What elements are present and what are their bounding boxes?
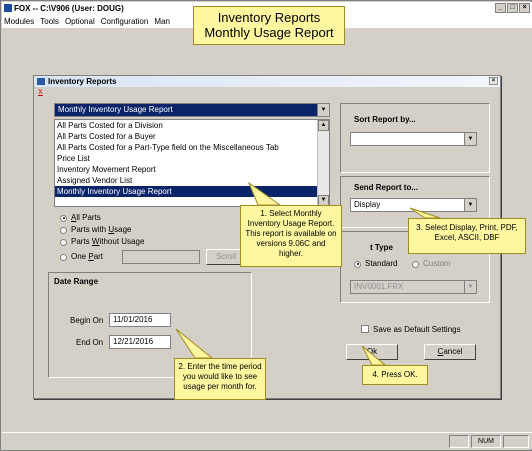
radio-label: Parts with Usage: [71, 225, 132, 234]
status-num: NUM: [471, 435, 501, 448]
chevron-down-icon[interactable]: ▼: [464, 281, 476, 293]
chevron-down-icon[interactable]: ▼: [464, 199, 476, 211]
report-list-scrollbar[interactable]: ▲ ▼: [317, 120, 329, 206]
radio-icon[interactable]: [60, 253, 67, 261]
status-cell-end: [503, 435, 529, 448]
radio-label: Custom: [423, 259, 451, 268]
radio-icon[interactable]: [354, 260, 361, 268]
sort-combo[interactable]: ▼: [350, 132, 477, 146]
format-label: t Type: [370, 243, 393, 252]
window-controls: _ □ ×: [495, 3, 530, 13]
callout-2: 2. Enter the time period you would like …: [174, 358, 266, 400]
radio-one-part[interactable]: One Part: [60, 252, 103, 262]
radio-icon[interactable]: [412, 260, 419, 268]
menu-configuration[interactable]: Configuration: [99, 15, 151, 28]
dialog-titlebar: Inventory Reports ×: [34, 76, 500, 87]
radio-icon[interactable]: [60, 226, 67, 234]
chevron-down-icon[interactable]: ▼: [317, 104, 329, 116]
send-label: Send Report to...: [354, 183, 418, 192]
checkbox-icon[interactable]: [361, 325, 369, 333]
begin-on-label: Begin On: [70, 316, 104, 325]
menu-man[interactable]: Man: [152, 15, 172, 28]
one-part-input[interactable]: [122, 250, 200, 264]
report-type-value: Monthly Inventory Usage Report: [58, 105, 173, 114]
save-default-row[interactable]: Save as Default Settings: [361, 325, 461, 334]
report-list-item[interactable]: Monthly Inventory Usage Report: [55, 186, 317, 197]
callout-4: 4. Press OK.: [362, 365, 428, 385]
radio-icon[interactable]: [60, 214, 67, 222]
chevron-down-icon[interactable]: ▼: [464, 133, 476, 145]
menu-optional[interactable]: Optional: [63, 15, 97, 28]
report-type-list[interactable]: All Parts Costed for a Division All Parts…: [54, 119, 330, 207]
format-file-combo[interactable]: INV0001.FRX ▼: [350, 280, 477, 294]
report-list-item[interactable]: All Parts Costed for a Buyer: [55, 131, 317, 142]
sort-label: Sort Report by...: [354, 115, 416, 124]
banner-line2: Monthly Usage Report: [204, 25, 334, 40]
radio-parts-without-usage[interactable]: Parts Without Usage: [60, 237, 144, 247]
send-value: Display: [354, 200, 381, 209]
end-on-label: End On: [76, 338, 104, 347]
ok-button[interactable]: Ok: [346, 344, 398, 360]
dialog-icon: [37, 78, 45, 85]
status-cell-empty: [449, 435, 469, 448]
radio-parts-with-usage[interactable]: Parts with Usage: [60, 225, 131, 235]
minimize-button[interactable]: _: [495, 3, 506, 13]
banner-callout: Inventory Reports Monthly Usage Report: [193, 6, 345, 45]
send-combo[interactable]: Display ▼: [350, 198, 477, 212]
radio-label: Parts Without Usage: [71, 237, 145, 246]
report-list-item[interactable]: Inventory Movement Report: [55, 164, 317, 175]
app-icon: [4, 4, 12, 12]
radio-standard[interactable]: Standard: [354, 259, 397, 269]
maximize-button[interactable]: □: [507, 3, 518, 13]
report-list-item[interactable]: Assigned Vendor List: [55, 175, 317, 186]
dialog-x-link[interactable]: X: [38, 89, 43, 96]
end-date-input[interactable]: 12/21/2016: [109, 335, 171, 349]
callout-3: 3. Select Display, Print, PDF, Excel, AS…: [408, 218, 526, 254]
save-default-label: Save as Default Settings: [373, 325, 461, 334]
app-title: FOX -- C:\V906 (User: DOUG): [14, 4, 124, 13]
close-button[interactable]: ×: [519, 3, 530, 13]
report-list-item[interactable]: All Parts Costed for a Part-Type field o…: [55, 142, 317, 153]
date-range-heading: Date Range: [54, 277, 99, 286]
radio-label: All Parts: [71, 213, 101, 222]
radio-label: One Part: [71, 252, 104, 261]
callout-1: 1. Select Monthly Inventory Usage Report…: [240, 205, 342, 267]
report-list-item[interactable]: All Parts Costed for a Division: [55, 120, 317, 131]
radio-custom[interactable]: Custom: [412, 259, 451, 269]
report-list-items: All Parts Costed for a Division All Parts…: [55, 120, 329, 197]
menu-modules[interactable]: Modules: [2, 15, 36, 28]
report-list-item[interactable]: Price List: [55, 153, 317, 164]
begin-date-input[interactable]: 11/01/2016: [109, 313, 171, 327]
banner-line1: Inventory Reports: [217, 10, 321, 25]
status-bar: NUM: [2, 432, 532, 449]
report-type-combo[interactable]: Monthly Inventory Usage Report ▼: [54, 103, 330, 117]
radio-all-parts[interactable]: All Parts: [60, 213, 101, 223]
radio-label: Standard: [365, 259, 398, 268]
format-file-value: INV0001.FRX: [354, 282, 404, 291]
scroll-up-icon[interactable]: ▲: [318, 120, 329, 131]
cancel-button[interactable]: Cancel: [424, 344, 476, 360]
radio-icon[interactable]: [60, 238, 67, 246]
dialog-title: Inventory Reports: [48, 77, 117, 86]
dialog-close-icon[interactable]: ×: [489, 77, 498, 85]
menu-tools[interactable]: Tools: [38, 15, 61, 28]
